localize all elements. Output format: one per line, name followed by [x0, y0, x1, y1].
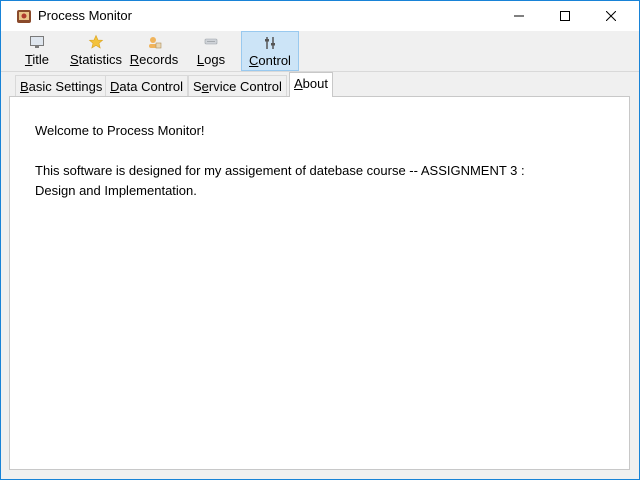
maximize-icon — [560, 11, 570, 21]
toolbar-logs-button[interactable]: Logs — [189, 31, 233, 71]
maximize-button[interactable] — [542, 1, 588, 31]
toolbar-records-label: Records — [129, 52, 179, 67]
logs-icon — [203, 34, 219, 50]
toolbar-logs-label: Logs — [196, 52, 226, 67]
close-button[interactable] — [588, 1, 634, 31]
toolbar-title-button[interactable]: Title — [15, 31, 59, 71]
toolbar-title-label: Title — [24, 52, 50, 67]
toolbar-records-button[interactable]: Records — [127, 31, 181, 71]
star-icon — [88, 34, 104, 50]
toolbar: Title Statistics Records Logs Control — [1, 31, 639, 71]
minimize-button[interactable] — [496, 1, 542, 31]
monitor-icon — [29, 34, 45, 50]
minimize-icon — [514, 15, 524, 17]
toolbar-control-label: Control — [249, 53, 291, 68]
description-text-continued: Design and Implementation. — [35, 183, 197, 198]
toolbar-statistics-label: Statistics — [69, 52, 122, 67]
tab-strip: Basic Settings Data Control Service Cont… — [1, 72, 639, 97]
tab-about[interactable]: About — [289, 72, 333, 97]
welcome-text: Welcome to Process Monitor! — [35, 123, 205, 138]
toolbar-control-button[interactable]: Control — [241, 31, 299, 71]
app-logo-icon — [16, 8, 32, 24]
title-bar[interactable]: Process Monitor — [1, 1, 639, 31]
app-window: Process Monitor Title Statistics Records… — [0, 0, 640, 480]
toolbar-statistics-button[interactable]: Statistics — [65, 31, 127, 71]
tab-service-control[interactable]: Service Control — [188, 75, 287, 96]
description-text: This software is designed for my assigem… — [35, 163, 525, 178]
records-icon — [146, 34, 162, 50]
tab-data-control[interactable]: Data Control — [105, 75, 188, 96]
close-icon — [606, 11, 616, 21]
control-icon — [262, 35, 278, 51]
window-title: Process Monitor — [38, 8, 132, 23]
tab-basic-settings[interactable]: Basic Settings — [15, 75, 108, 96]
about-panel: Welcome to Process Monitor! This softwar… — [9, 96, 630, 470]
